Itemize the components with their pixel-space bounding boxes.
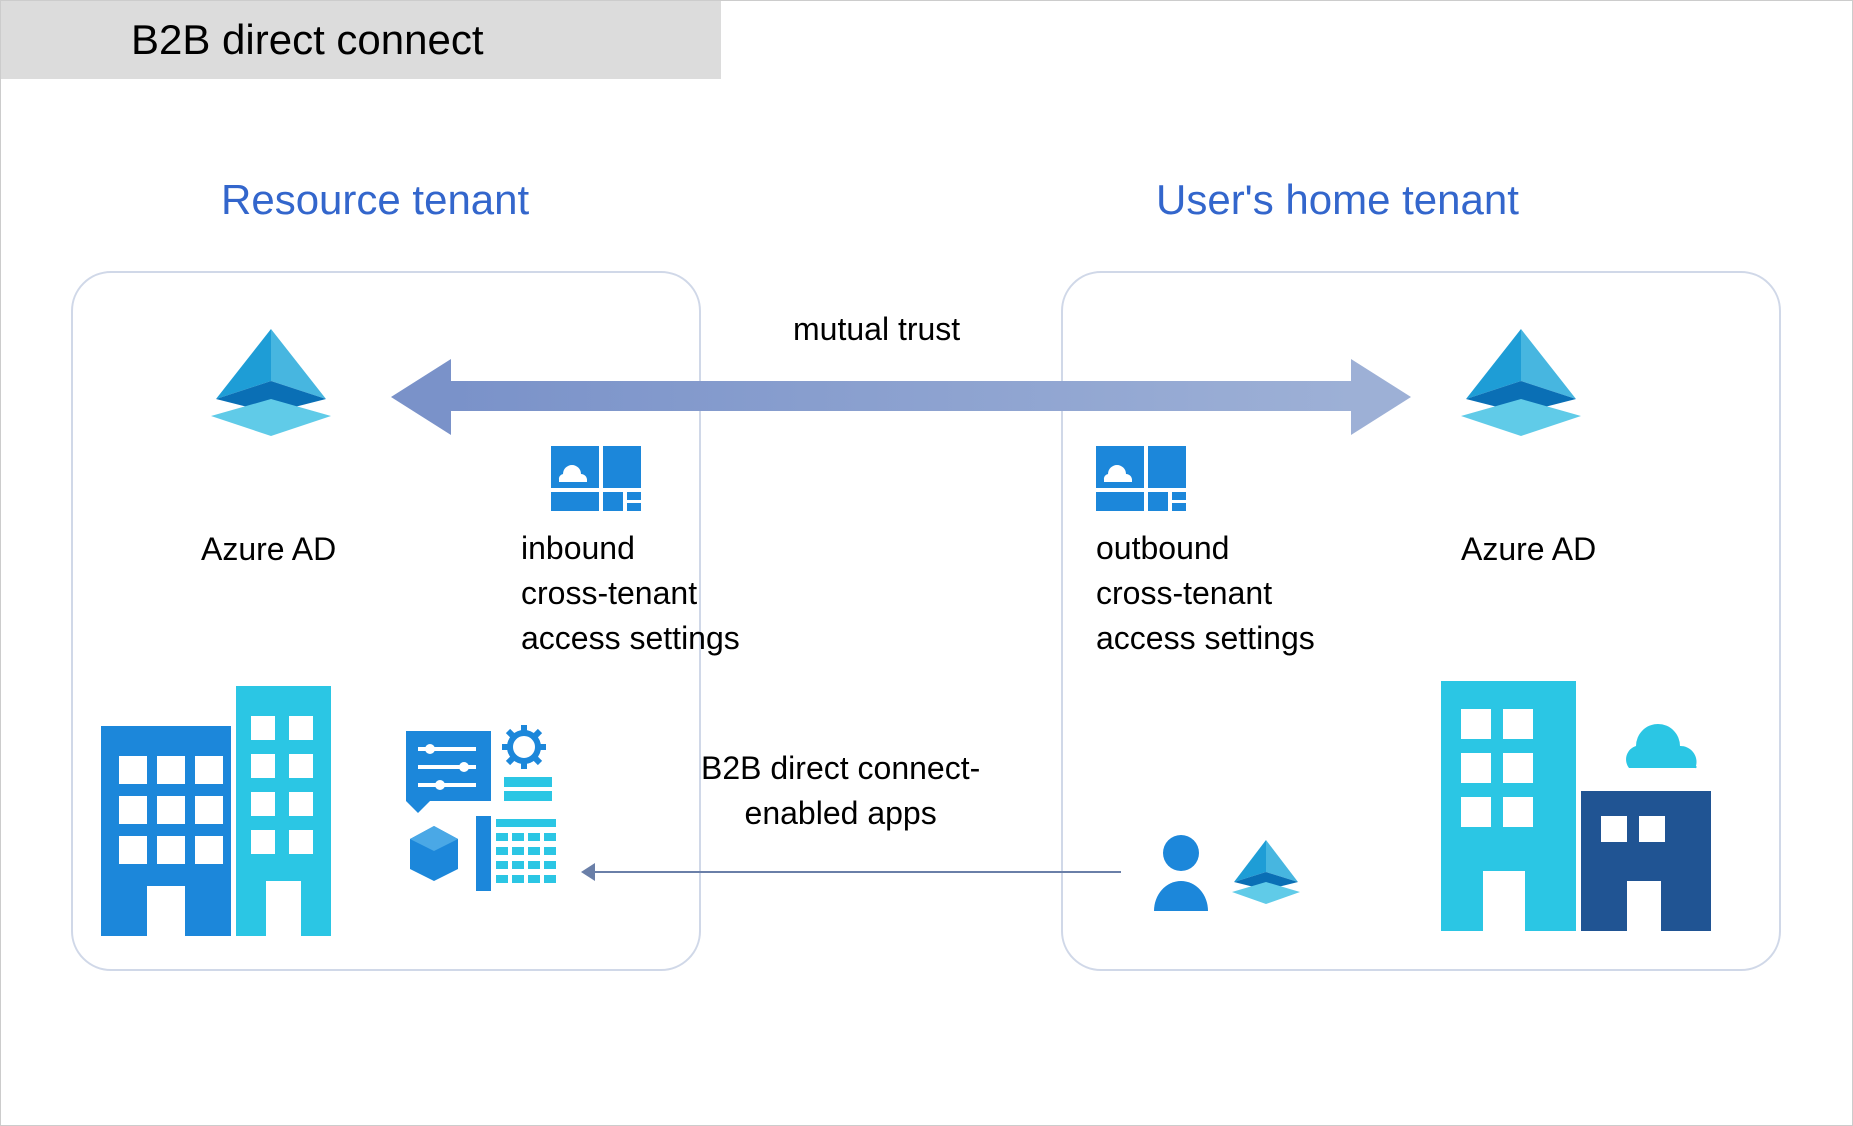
- page-title-banner: B2B direct connect: [1, 1, 721, 79]
- settings-line: cross-tenant: [1096, 575, 1272, 611]
- arrow-right-head-icon: [1351, 359, 1411, 435]
- azure-ad-pyramid-icon: [1451, 321, 1591, 441]
- apps-label-line: enabled apps: [745, 795, 937, 831]
- resource-tenant-label: Resource tenant: [221, 176, 529, 224]
- outbound-settings-text: outbound cross-tenant access settings: [1096, 526, 1315, 660]
- apps-configuration-icon: [406, 721, 586, 891]
- azure-ad-pyramid-icon: [201, 321, 341, 441]
- user-to-apps-arrow: [591, 871, 1121, 873]
- org-buildings-icon: [101, 686, 331, 936]
- home-tenant-label: User's home tenant: [1156, 176, 1519, 224]
- azure-ad-label-right: Azure AD: [1461, 531, 1596, 568]
- azure-ad-pyramid-small-icon: [1226, 836, 1306, 906]
- inbound-settings-text: inbound cross-tenant access settings: [521, 526, 740, 660]
- apps-label: B2B direct connect- enabled apps: [701, 746, 980, 836]
- mutual-trust-arrow: [451, 381, 1351, 411]
- arrow-left-head-icon: [391, 359, 451, 435]
- cross-tenant-settings-icon: [1096, 446, 1186, 511]
- mutual-trust-label: mutual trust: [793, 311, 960, 348]
- settings-line: inbound: [521, 530, 635, 566]
- cross-tenant-settings-icon: [551, 446, 641, 511]
- org-buildings-cloud-icon: [1411, 681, 1751, 931]
- page-title: B2B direct connect: [131, 16, 484, 64]
- settings-line: cross-tenant: [521, 575, 697, 611]
- settings-line: access settings: [521, 620, 740, 656]
- apps-label-line: B2B direct connect-: [701, 750, 980, 786]
- settings-line: access settings: [1096, 620, 1315, 656]
- azure-ad-label-left: Azure AD: [201, 531, 336, 568]
- settings-line: outbound: [1096, 530, 1229, 566]
- arrow-head-icon: [581, 863, 595, 881]
- user-person-icon: [1146, 831, 1216, 911]
